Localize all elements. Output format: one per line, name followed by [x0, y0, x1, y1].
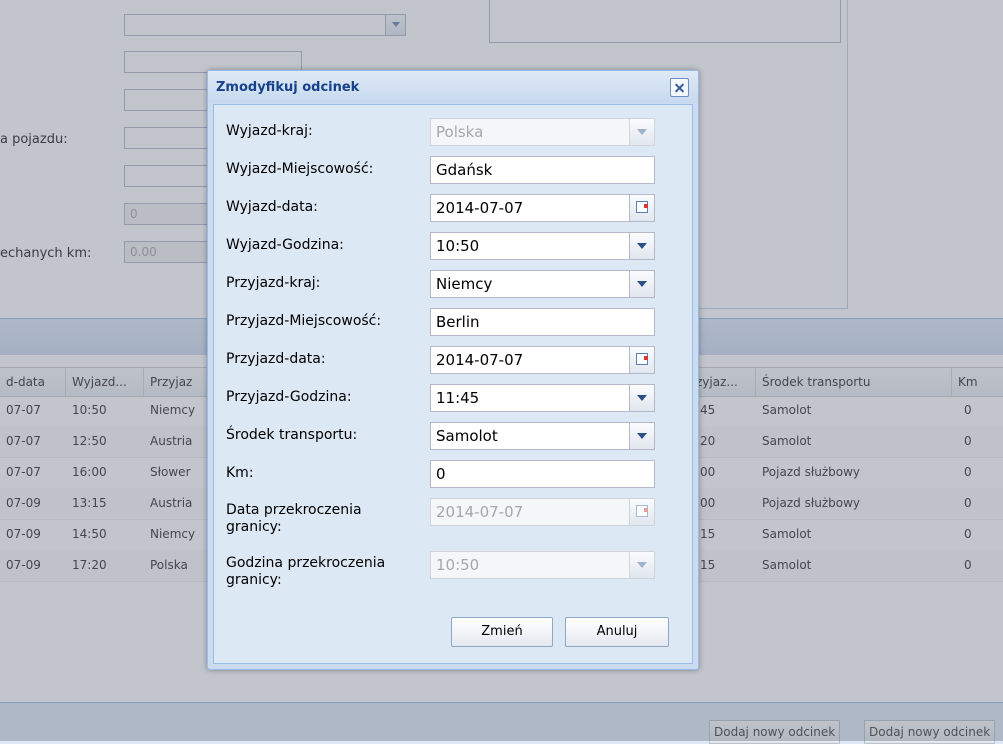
km-value: 0 — [436, 465, 446, 483]
transport-value: Samolot — [436, 427, 498, 445]
departure-date-input[interactable]: 2014-07-07 — [430, 194, 655, 222]
dialog-header[interactable]: Zmodyfikuj odcinek — [208, 71, 698, 103]
departure-date-label: Wyjazd-data: — [226, 199, 318, 215]
departure-city-label: Wyjazd-Miejscowość: — [226, 161, 374, 177]
chevron-down-icon[interactable] — [629, 233, 654, 259]
border-date-label-line2: granicy: — [226, 519, 282, 535]
modify-segment-dialog: Zmodyfikuj odcinek Wyjazd-kraj: Polska W… — [207, 70, 699, 670]
arrival-city-label: Przyjazd-Miejscowość: — [226, 313, 382, 329]
change-button[interactable]: Zmień — [451, 617, 553, 647]
transport-combo[interactable]: Samolot — [430, 422, 655, 450]
transport-label: Środek transportu: — [226, 427, 358, 443]
dialog-title: Zmodyfikuj odcinek — [216, 80, 360, 95]
border-date-label-line1: Data przekroczenia — [226, 502, 362, 518]
arrival-city-input[interactable]: Berlin — [430, 308, 655, 336]
chevron-down-icon — [629, 119, 654, 145]
arrival-date-label: Przyjazd-data: — [226, 351, 326, 367]
chevron-down-icon — [629, 552, 654, 578]
calendar-icon[interactable] — [629, 195, 654, 221]
chevron-down-icon[interactable] — [629, 271, 654, 297]
border-date-label: Data przekroczenia granicy: — [226, 502, 362, 536]
arrival-date-input[interactable]: 2014-07-07 — [430, 346, 655, 374]
arrival-time-label: Przyjazd-Godzina: — [226, 389, 352, 405]
departure-date-value: 2014-07-07 — [436, 199, 524, 217]
departure-city-input[interactable]: Gdańsk — [430, 156, 655, 184]
departure-city-value: Gdańsk — [436, 161, 493, 179]
departure-time-combo[interactable]: 10:50 — [430, 232, 655, 260]
chevron-down-icon[interactable] — [629, 423, 654, 449]
border-time-label-line2: granicy: — [226, 572, 282, 588]
close-icon[interactable] — [670, 78, 689, 97]
departure-time-label: Wyjazd-Godzina: — [226, 237, 344, 253]
departure-time-value: 10:50 — [436, 237, 480, 255]
departure-country-combo: Polska — [430, 118, 655, 146]
arrival-time-combo[interactable]: 11:45 — [430, 384, 655, 412]
arrival-country-combo[interactable]: Niemcy — [430, 270, 655, 298]
chevron-down-icon[interactable] — [629, 385, 654, 411]
calendar-icon — [629, 499, 654, 525]
calendar-icon[interactable] — [629, 347, 654, 373]
border-time-label: Godzina przekroczenia granicy: — [226, 555, 385, 589]
cancel-button[interactable]: Anuluj — [565, 617, 669, 647]
km-input[interactable]: 0 — [430, 460, 655, 488]
arrival-date-value: 2014-07-07 — [436, 351, 524, 369]
departure-country-value: Polska — [436, 123, 484, 141]
border-time-value: 10:50 — [436, 556, 480, 574]
border-time-label-line1: Godzina przekroczenia — [226, 555, 386, 571]
arrival-city-value: Berlin — [436, 313, 480, 331]
border-date-value: 2014-07-07 — [436, 503, 524, 521]
dialog-body: Wyjazd-kraj: Polska Wyjazd-Miejscowość: … — [213, 104, 693, 664]
km-label: Km: — [226, 465, 254, 481]
arrival-country-value: Niemcy — [436, 275, 493, 293]
border-date-input: 2014-07-07 — [430, 498, 655, 526]
arrival-country-label: Przyjazd-kraj: — [226, 275, 321, 291]
departure-country-label: Wyjazd-kraj: — [226, 123, 313, 139]
arrival-time-value: 11:45 — [436, 389, 480, 407]
border-time-combo: 10:50 — [430, 551, 655, 579]
